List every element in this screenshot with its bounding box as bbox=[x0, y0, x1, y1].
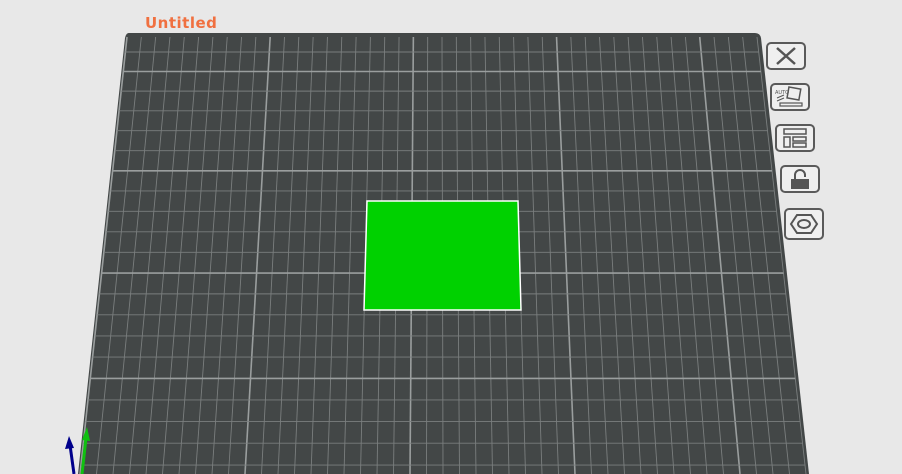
build-plate[interactable] bbox=[0, 0, 902, 474]
z-axis-arrow-icon bbox=[65, 436, 74, 449]
close-icon bbox=[776, 47, 796, 65]
layout-icon bbox=[783, 128, 807, 148]
delete-button[interactable] bbox=[766, 42, 806, 70]
settings-button[interactable] bbox=[784, 208, 824, 240]
printable-object[interactable] bbox=[363, 200, 522, 311]
auto-arrange-icon: AUTO bbox=[775, 86, 803, 107]
layout-button[interactable] bbox=[775, 124, 815, 152]
unlock-icon bbox=[791, 169, 809, 189]
hex-nut-icon bbox=[789, 214, 819, 234]
auto-arrange-button[interactable]: AUTO bbox=[770, 83, 810, 111]
lock-button[interactable] bbox=[780, 165, 820, 193]
z-axis-line bbox=[68, 444, 76, 474]
